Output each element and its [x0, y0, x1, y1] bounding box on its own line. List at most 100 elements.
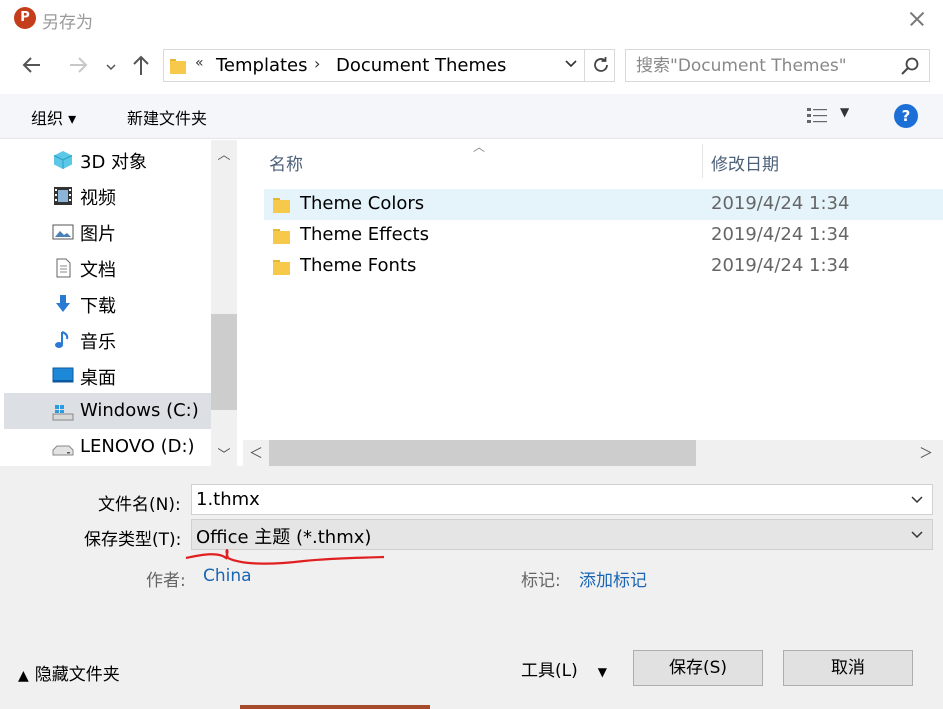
title-bar: P 另存为: [0, 0, 943, 38]
sort-ascending-icon: ︿: [473, 140, 486, 154]
search-input[interactable]: [626, 50, 896, 81]
file-name: Theme Fonts: [300, 255, 417, 276]
tags-label: 标记:: [521, 571, 561, 591]
up-button[interactable]: [126, 50, 156, 80]
sidebar-item-label: 桌面: [80, 368, 116, 389]
file-modified-date: 2019/4/24 1:34: [711, 224, 850, 245]
view-dropdown-button[interactable]: ▼: [840, 105, 849, 119]
folder-icon: [273, 260, 290, 275]
powerpoint-app-icon: P: [14, 7, 36, 29]
sidebar-item-pictures[interactable]: 图片: [4, 213, 211, 249]
scroll-down-icon[interactable]: ﹀: [211, 444, 237, 463]
new-folder-button[interactable]: 新建文件夹: [127, 105, 207, 129]
chevron-up-icon: ▲: [18, 668, 29, 684]
sidebar-item-label: 文档: [80, 260, 116, 281]
add-tags-link[interactable]: 添加标记: [579, 566, 647, 591]
drive-icon: [52, 445, 74, 456]
divider: [584, 50, 585, 81]
sidebar-item-windows-c[interactable]: Windows (C:): [4, 393, 211, 429]
file-row-theme-colors[interactable]: Theme Colors 2019/4/24 1:34: [264, 189, 943, 220]
column-divider[interactable]: [702, 144, 703, 178]
taskbar-edge: [240, 705, 430, 709]
dropdown-arrow-icon: ▼: [597, 665, 607, 679]
desktop-icon: [52, 367, 74, 383]
sidebar-item-label: 图片: [80, 224, 116, 245]
search-icon[interactable]: [900, 56, 920, 76]
arrow-up-icon: [133, 55, 149, 75]
navigation-pane: 3D 对象 视频 图片 文档 下载 音乐 桌面 Windows (C:) LEN…: [0, 140, 237, 466]
sidebar-item-3d-objects[interactable]: 3D 对象: [4, 141, 211, 177]
tools-button[interactable]: 工具(L) ▼: [521, 656, 607, 681]
chevron-down-icon: [565, 60, 577, 68]
file-row-theme-effects[interactable]: Theme Effects 2019/4/24 1:34: [264, 220, 943, 251]
scrollbar-thumb[interactable]: [269, 440, 696, 466]
scroll-left-icon[interactable]: ＜: [249, 443, 263, 463]
sidebar-item-label: LENOVO (D:): [80, 436, 195, 457]
arrow-right-icon: [70, 57, 88, 73]
scroll-up-icon[interactable]: ︿: [211, 144, 237, 163]
filename-label: 文件名(N):: [98, 495, 181, 515]
save-options-panel: 文件名(N): 保存类型(T): Office 主题 (*.thmx) 作者: …: [0, 466, 943, 709]
folder-icon: [273, 198, 290, 213]
video-icon: [54, 187, 72, 205]
document-icon: [56, 258, 71, 278]
breadcrumb-document-themes[interactable]: Document Themes: [336, 55, 506, 76]
address-dropdown-button[interactable]: [560, 52, 582, 80]
column-header-modified[interactable]: 修改日期: [711, 150, 779, 175]
sidebar-item-documents[interactable]: 文档: [4, 249, 211, 285]
back-button[interactable]: [14, 50, 50, 80]
windows-drive-icon: [52, 405, 74, 421]
forward-button[interactable]: [60, 50, 96, 80]
file-list-horizontal-scrollbar[interactable]: ＜ ＞: [243, 440, 943, 466]
sidebar-item-label: 下载: [80, 296, 116, 317]
chevron-down-icon: [106, 64, 116, 71]
author-label: 作者:: [146, 571, 186, 591]
recent-locations-button[interactable]: [100, 52, 122, 82]
sidebar-item-lenovo-d[interactable]: LENOVO (D:): [4, 429, 211, 465]
window-title: 另存为: [42, 13, 93, 33]
hide-folders-label: 隐藏文件夹: [34, 665, 120, 685]
save-button[interactable]: 保存(S): [633, 650, 763, 686]
column-header-name[interactable]: 名称: [269, 150, 303, 175]
file-modified-date: 2019/4/24 1:34: [711, 255, 850, 276]
filename-input[interactable]: [192, 485, 902, 514]
chevron-down-icon[interactable]: [910, 524, 924, 544]
folder-icon: [170, 59, 186, 74]
view-details-icon[interactable]: [806, 106, 828, 126]
file-modified-date: 2019/4/24 1:34: [711, 193, 850, 214]
sidebar-item-music[interactable]: 音乐: [4, 321, 211, 357]
refresh-button[interactable]: [586, 50, 616, 81]
address-bar[interactable]: « Templates › Document Themes: [163, 49, 615, 82]
filetype-label: 保存类型(T):: [84, 530, 182, 550]
sidebar-item-desktop[interactable]: 桌面: [4, 357, 211, 393]
tools-label: 工具(L): [521, 661, 578, 681]
file-list: ︿ 名称 修改日期 Theme Colors 2019/4/24 1:34 Th…: [243, 140, 943, 466]
filename-combobox[interactable]: [191, 484, 933, 515]
search-box[interactable]: [625, 49, 930, 82]
download-icon: [56, 295, 70, 312]
sidebar-item-videos[interactable]: 视频: [4, 177, 211, 213]
sidebar-item-label: 音乐: [80, 332, 116, 353]
sidebar-item-label: 3D 对象: [80, 152, 148, 173]
command-bar: 组织 ▾ 新建文件夹 ▼ ?: [0, 94, 943, 139]
scroll-right-icon[interactable]: ＞: [919, 443, 933, 463]
hide-folders-button[interactable]: ▲ 隐藏文件夹: [18, 660, 120, 685]
music-icon: [55, 331, 69, 348]
chevron-down-icon[interactable]: [910, 489, 924, 509]
breadcrumb-overflow[interactable]: «: [195, 55, 204, 71]
author-value[interactable]: China: [203, 566, 252, 586]
folder-icon: [273, 229, 290, 244]
scrollbar-thumb[interactable]: [211, 314, 237, 410]
cube-3d-icon: [53, 151, 73, 169]
close-button[interactable]: [896, 4, 936, 34]
cancel-button[interactable]: 取消: [783, 650, 913, 686]
sidebar-item-downloads[interactable]: 下载: [4, 285, 211, 321]
sidebar-item-label: Windows (C:): [80, 400, 199, 421]
help-button[interactable]: ?: [894, 104, 918, 128]
breadcrumb-templates[interactable]: Templates: [216, 55, 308, 76]
organize-button[interactable]: 组织 ▾: [31, 105, 76, 129]
file-row-theme-fonts[interactable]: Theme Fonts 2019/4/24 1:34: [264, 251, 943, 282]
pictures-icon: [52, 224, 74, 240]
sidebar-scrollbar[interactable]: ︿ ﹀: [211, 140, 237, 466]
chevron-right-icon[interactable]: ›: [314, 54, 320, 73]
